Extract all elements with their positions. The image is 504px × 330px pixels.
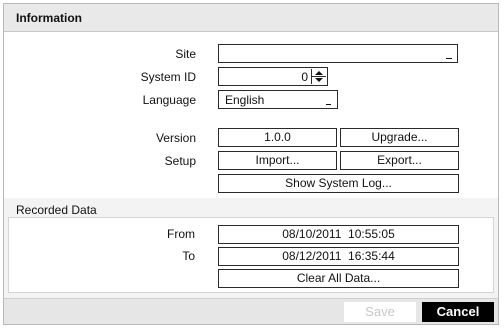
to-label: To (182, 249, 195, 263)
from-value-box: 08/10/2011 10:55:05 (218, 225, 459, 244)
dialog-footer: Save Cancel (4, 298, 498, 324)
save-button[interactable]: Save (344, 302, 416, 322)
site-label: Site (175, 47, 196, 61)
system-id-input[interactable]: 0 (218, 67, 328, 86)
recorded-data-title: Recorded Data (16, 203, 97, 217)
version-value: 1.0.0 (264, 130, 291, 144)
from-value: 08/10/2011 10:55:05 (282, 227, 395, 241)
system-id-label: System ID (140, 70, 196, 84)
to-value: 08/12/2011 16:35:44 (282, 249, 395, 263)
dropdown-indicator-icon (326, 104, 331, 105)
dialog-header: Information (4, 4, 498, 32)
version-value-box: 1.0.0 (218, 128, 337, 147)
to-value-box: 08/12/2011 16:35:44 (218, 247, 459, 266)
setup-label: Setup (164, 154, 196, 168)
system-id-value: 0 (301, 70, 308, 84)
information-dialog: Information Site System ID 0 Language En… (3, 3, 499, 325)
language-label: Language (142, 93, 196, 107)
version-label: Version (155, 131, 196, 145)
language-value: English (225, 93, 265, 107)
export-button[interactable]: Export... (340, 151, 459, 170)
site-input[interactable] (218, 44, 458, 63)
from-label: From (167, 227, 195, 241)
import-button[interactable]: Import... (218, 151, 337, 170)
up-down-arrows-icon[interactable] (311, 69, 326, 84)
recorded-data-panel: From 08/10/2011 10:55:05 To 08/12/2011 1… (8, 217, 494, 293)
clear-all-data-button[interactable]: Clear All Data... (218, 269, 459, 288)
dialog-title: Information (16, 11, 82, 25)
show-system-log-button[interactable]: Show System Log... (218, 174, 459, 193)
cancel-button[interactable]: Cancel (422, 302, 494, 322)
information-panel: Site System ID 0 Language English Versio… (4, 32, 498, 198)
upgrade-button[interactable]: Upgrade... (340, 128, 459, 147)
language-select[interactable]: English (218, 90, 338, 109)
text-cursor-icon (446, 58, 452, 59)
